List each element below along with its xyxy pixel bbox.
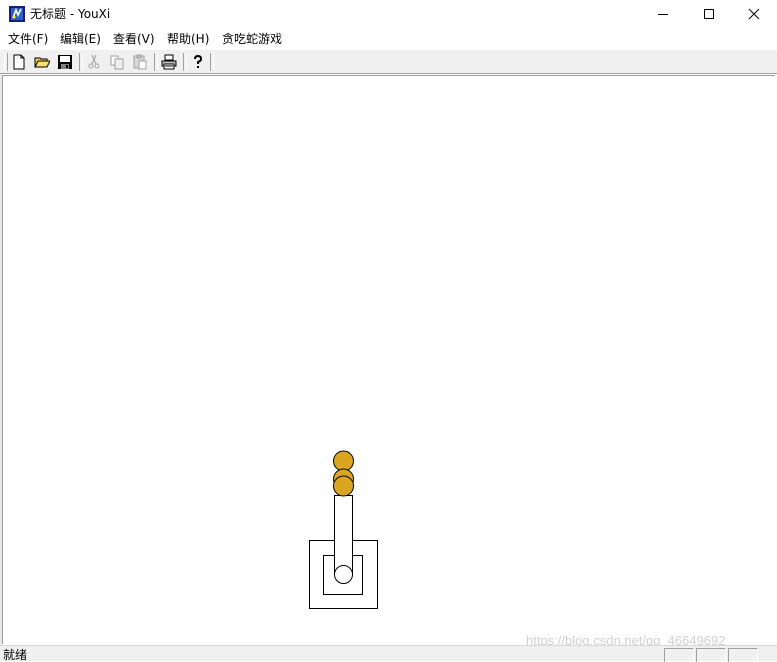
cut-icon: [88, 54, 100, 69]
cannon-pivot: [334, 565, 353, 584]
toolbar-separator: [183, 53, 187, 71]
game-canvas[interactable]: [2, 75, 775, 644]
close-button[interactable]: [731, 0, 777, 28]
menu-snake-game[interactable]: 贪吃蛇游戏: [222, 31, 282, 47]
app-window: 无标题 - YouXi 文件(F) 编辑(E) 查看(V) 帮助(H) 贪吃蛇游…: [0, 0, 777, 662]
menu-file[interactable]: 文件(F): [8, 31, 48, 47]
cannon-barrel: [334, 495, 353, 575]
save-button[interactable]: [56, 53, 74, 71]
menu-bar: 文件(F) 编辑(E) 查看(V) 帮助(H) 贪吃蛇游戏: [0, 29, 777, 49]
status-pane-caps: [664, 648, 694, 662]
status-bar: 就绪: [0, 645, 777, 662]
cannon-ball: [333, 475, 354, 497]
minimize-icon: [658, 14, 668, 15]
cannon-ball: [333, 450, 354, 472]
copy-icon: [110, 55, 124, 70]
status-text: 就绪: [3, 648, 28, 662]
toolbar-separator: [79, 53, 83, 71]
paste-button[interactable]: [131, 53, 149, 71]
toolbar: [0, 49, 777, 74]
new-file-button[interactable]: [10, 53, 28, 71]
minimize-button[interactable]: [640, 0, 686, 28]
open-file-button[interactable]: [33, 53, 51, 71]
status-pane-num: [696, 648, 726, 662]
copy-button[interactable]: [108, 53, 126, 71]
maximize-button[interactable]: [686, 0, 732, 28]
print-button[interactable]: [160, 53, 178, 71]
toolbar-grip[interactable]: [4, 53, 8, 71]
menu-view[interactable]: 查看(V): [113, 31, 155, 47]
save-icon: [58, 55, 72, 69]
maximize-icon: [704, 9, 714, 19]
window-title: 无标题 - YouXi: [30, 7, 111, 21]
print-icon: [161, 54, 177, 70]
open-folder-icon: [34, 57, 50, 68]
help-button[interactable]: [189, 53, 207, 71]
app-icon: [9, 6, 25, 22]
toolbar-separator: [210, 53, 214, 71]
close-icon: [748, 8, 760, 20]
help-icon: [194, 54, 203, 68]
menu-help[interactable]: 帮助(H): [167, 31, 209, 47]
status-pane-scroll: [728, 648, 758, 662]
toolbar-separator: [154, 53, 158, 71]
menu-edit[interactable]: 编辑(E): [60, 31, 101, 47]
cut-button[interactable]: [85, 53, 103, 71]
game-scene: [309, 450, 378, 609]
paste-icon: [133, 54, 147, 70]
new-file-icon: [13, 54, 25, 70]
title-bar[interactable]: 无标题 - YouXi: [0, 0, 777, 28]
